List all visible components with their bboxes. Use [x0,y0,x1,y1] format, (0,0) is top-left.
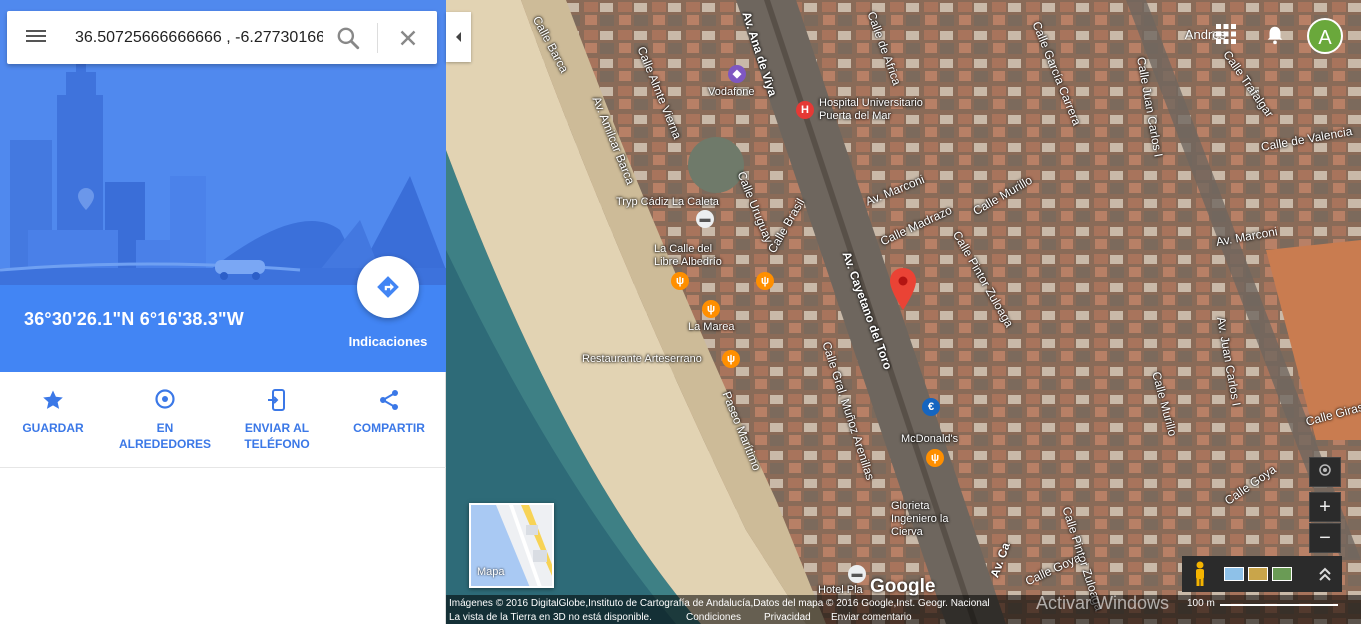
action-bar: GUARDAR EN ALREDEDORES ENVIAR AL TELÉFON… [0,372,446,468]
nearby-button[interactable]: EN ALREDEDORES [110,388,220,452]
my-location-icon [1319,464,1331,476]
restaurant-icon[interactable]: ψ [926,449,944,467]
hamburger-menu-icon[interactable] [24,27,48,49]
poi-label[interactable]: Vodafone [708,86,755,98]
poi-label[interactable]: Tryp Cádiz La Caleta [616,196,719,208]
poi-label[interactable]: Glorieta Ingeniero la Cierva [891,500,951,539]
apps-grid-icon[interactable] [1216,24,1236,44]
restaurant-icon[interactable]: ψ [702,300,720,318]
terms-link[interactable]: Condiciones [686,612,741,623]
search-icon[interactable] [335,25,361,51]
side-panel: 36°30'26.1"N 6°16'38.3"W Indicaciones GU… [0,0,446,624]
directions-button[interactable] [357,256,419,318]
restaurant-icon[interactable]: ψ [756,272,774,290]
maps-app: 36°30'26.1"N 6°16'38.3"W Indicaciones GU… [0,0,1361,624]
privacy-link[interactable]: Privacidad [764,612,811,623]
send-to-phone-button[interactable]: ENVIAR AL TELÉFONO [222,388,332,452]
save-label: GUARDAR [22,421,84,435]
pegman-icon[interactable] [1190,561,1210,587]
location-pin-icon[interactable] [890,268,916,310]
hotel-icon[interactable]: ▬ [848,565,866,583]
nearby-label: EN ALREDEDORES [118,421,211,451]
poi-label[interactable]: La Marea [688,321,734,333]
restaurant-icon[interactable]: ψ [671,272,689,290]
shopping-icon[interactable]: ◆ [728,65,746,83]
collapse-panel-button[interactable] [446,12,471,62]
map-type-label: Mapa [477,566,505,578]
atm-icon[interactable]: € [922,398,940,416]
no-3d-notice: La vista de la Tierra en 3D no está disp… [449,612,652,623]
share-label: COMPARTIR [353,421,425,435]
nearby-pin-icon [155,389,175,409]
map-type-toggle[interactable]: Mapa [469,503,554,588]
notifications-icon[interactable] [1264,24,1286,46]
share-icon [380,390,398,410]
search-box [7,11,437,64]
hospital-icon[interactable]: H [796,101,814,119]
poi-label[interactable]: Hospital Universitario Puerta del Mar [819,97,949,123]
hotel-icon[interactable]: ▬ [696,210,714,228]
layers-panel [1182,556,1342,592]
directions-label[interactable]: Indicaciones [340,334,436,349]
expand-up-icon[interactable] [1318,566,1332,582]
map-footer: Imágenes © 2016 DigitalGlobe,Instituto d… [446,595,1361,624]
photos-layer-thumb[interactable] [1272,567,1292,581]
poi-label[interactable]: La Calle del Libre Albedrío [654,243,734,269]
terrain-layer-thumb[interactable] [1248,567,1268,581]
search-input[interactable] [75,25,323,51]
zoom-out-button[interactable]: − [1309,523,1341,553]
activation-watermark: Activar Windows [1036,593,1170,613]
feedback-link[interactable]: Enviar comentario [831,612,912,623]
scale-label[interactable]: 100 m [1187,598,1215,609]
scale-bar [1220,604,1338,606]
coordinates-title: 36°30'26.1"N 6°16'38.3"W [24,309,244,329]
search-divider [377,23,378,53]
share-button[interactable]: COMPARTIR [334,388,444,436]
my-location-button[interactable] [1309,457,1341,487]
close-icon[interactable] [395,25,421,51]
imagery-credit: Imágenes © 2016 DigitalGlobe,Instituto d… [449,598,990,609]
restaurant-icon[interactable]: ψ [722,350,740,368]
send-to-phone-label: ENVIAR AL TELÉFONO [244,421,310,451]
poi-label[interactable]: Restaurante Arteserrano [582,353,702,365]
earth-layer-thumb[interactable] [1224,567,1244,581]
zoom-in-button[interactable]: + [1309,492,1341,522]
send-to-phone-icon [268,389,285,411]
star-icon [43,390,63,409]
directions-icon [377,276,399,298]
save-button[interactable]: GUARDAR [0,388,108,436]
satellite-map[interactable]: Calle Barca Av. Amilcar Barca Calle Almt… [446,0,1361,624]
poi-label[interactable]: McDonald's [901,433,958,445]
chevron-left-icon [455,32,461,42]
avatar[interactable]: A [1307,18,1343,54]
